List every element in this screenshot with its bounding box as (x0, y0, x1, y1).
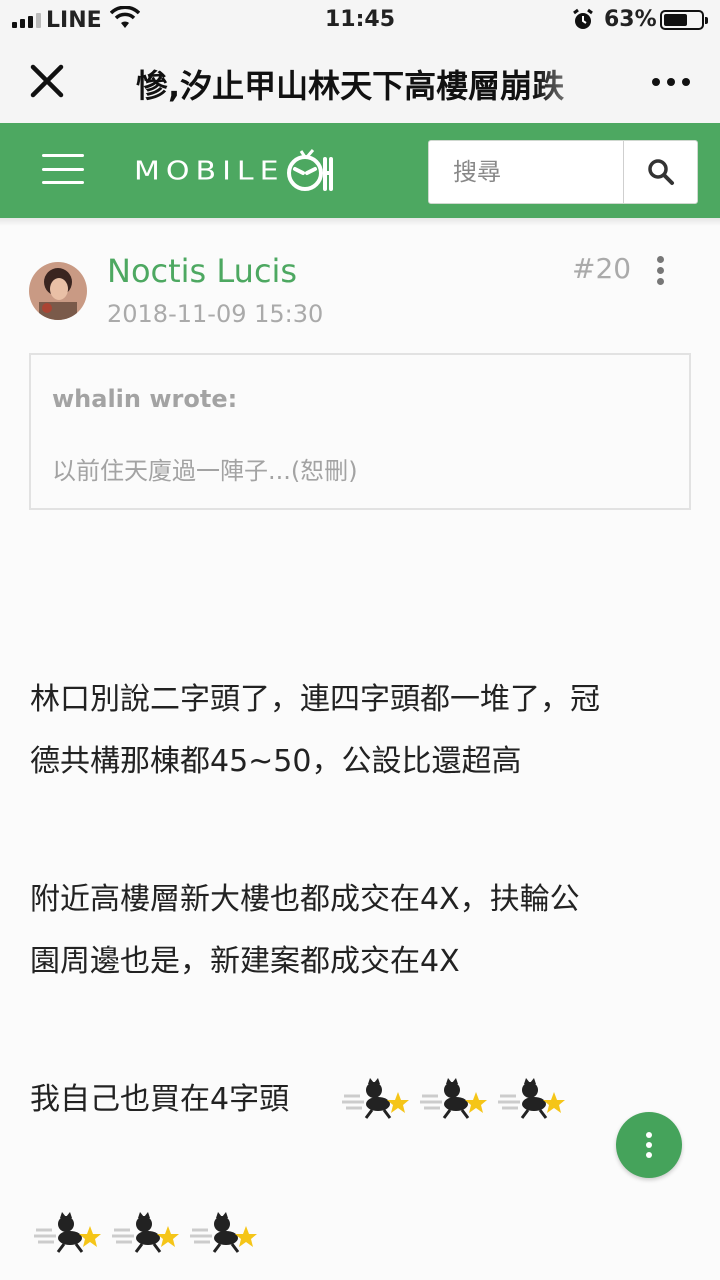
post-text-line: 附近高樓層新大樓也都成交在4X，扶輪公 (30, 882, 580, 917)
quote-block: whalin wrote: 以前住天廈過一陣子...(恕刪) (29, 353, 691, 510)
header-shadow (0, 218, 720, 226)
logo-face-icon (286, 149, 333, 191)
webview-title-bar: 慘,汐止甲山林天下高樓層崩跌 (0, 40, 720, 123)
running-cat-icon (420, 1078, 487, 1119)
floating-menu-button[interactable] (616, 1112, 682, 1178)
logo-text: MOBILE (134, 156, 285, 186)
post-floor-number[interactable]: #20 (572, 252, 631, 285)
post-text-line: 德共構那棟都45~50，公設比還超高 (30, 744, 522, 779)
running-cat-icon (342, 1078, 409, 1119)
close-icon[interactable] (30, 64, 64, 98)
author-name[interactable]: Noctis Lucis (107, 252, 297, 290)
alarm-icon (573, 8, 593, 29)
emoji-row (34, 1210, 260, 1254)
post-options-icon[interactable] (657, 256, 664, 285)
quote-text: 以前住天廈過一陣子...(恕刪) (52, 457, 358, 485)
battery-icon (660, 10, 708, 30)
post-text-line: 林口別說二字頭了，連四字頭都一堆了，冠 (30, 682, 600, 717)
running-cat-icon (498, 1078, 565, 1119)
running-cat-icon (190, 1212, 257, 1253)
battery-percent: 63% (604, 7, 657, 32)
avatar[interactable] (29, 262, 87, 320)
search-icon (648, 159, 674, 185)
page-title: 慘,汐止甲山林天下高樓層崩跌 (136, 67, 565, 105)
post-text-line: 園周邊也是，新建案都成交在4X (30, 944, 460, 979)
emoji-row (342, 1076, 568, 1120)
post-date: 2018-11-09 15:30 (107, 300, 324, 328)
hamburger-menu-icon[interactable] (42, 154, 84, 184)
quote-author: whalin wrote: (52, 385, 238, 413)
site-logo[interactable]: MOBILE (134, 149, 337, 193)
search-input[interactable] (429, 141, 623, 203)
running-cat-icon (112, 1212, 179, 1253)
running-cat-icon (34, 1212, 101, 1253)
search-box (428, 140, 698, 204)
more-options-icon[interactable] (652, 78, 690, 86)
post-text-line: 我自己也買在4字頭 (30, 1082, 290, 1117)
status-bar: LINE 11:45 63% (0, 0, 720, 40)
search-button[interactable] (623, 141, 698, 203)
site-header: MOBILE (0, 123, 720, 218)
